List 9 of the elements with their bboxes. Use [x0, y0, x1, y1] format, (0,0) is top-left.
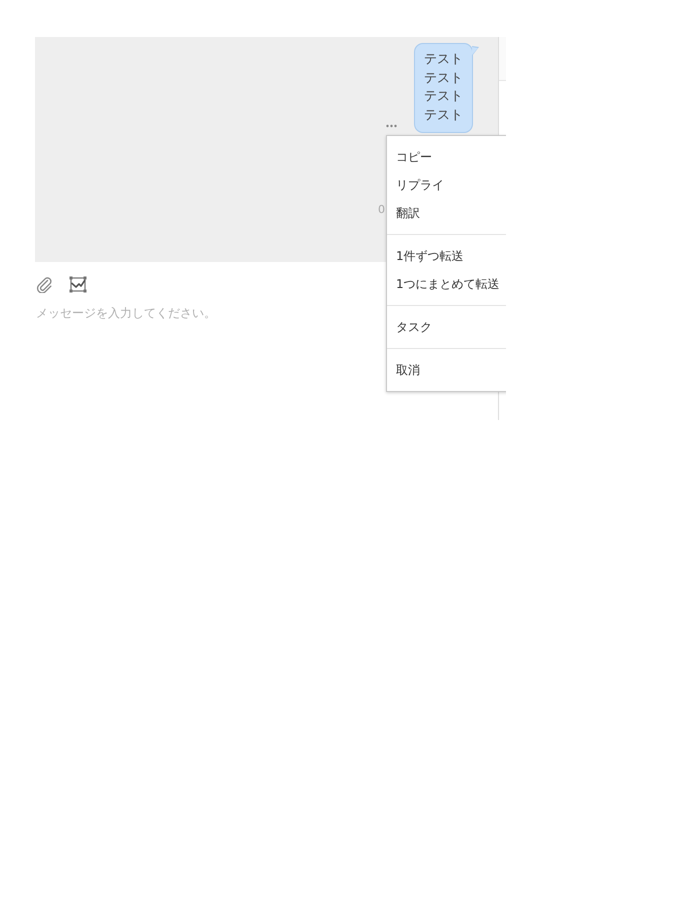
menu-item[interactable]: 1つにまとめて転送 — [387, 270, 506, 298]
paperclip-icon[interactable] — [36, 276, 52, 292]
menu-item[interactable]: リプライ — [387, 171, 506, 199]
menu-item[interactable]: コピー — [387, 143, 506, 171]
menu-item[interactable]: 1件ずつ転送 — [387, 242, 506, 270]
image-icon[interactable] — [69, 276, 87, 292]
menu-item[interactable]: 翻訳 — [387, 199, 506, 227]
more-icon[interactable] — [386, 124, 397, 128]
timestamp: 0 — [378, 203, 385, 218]
